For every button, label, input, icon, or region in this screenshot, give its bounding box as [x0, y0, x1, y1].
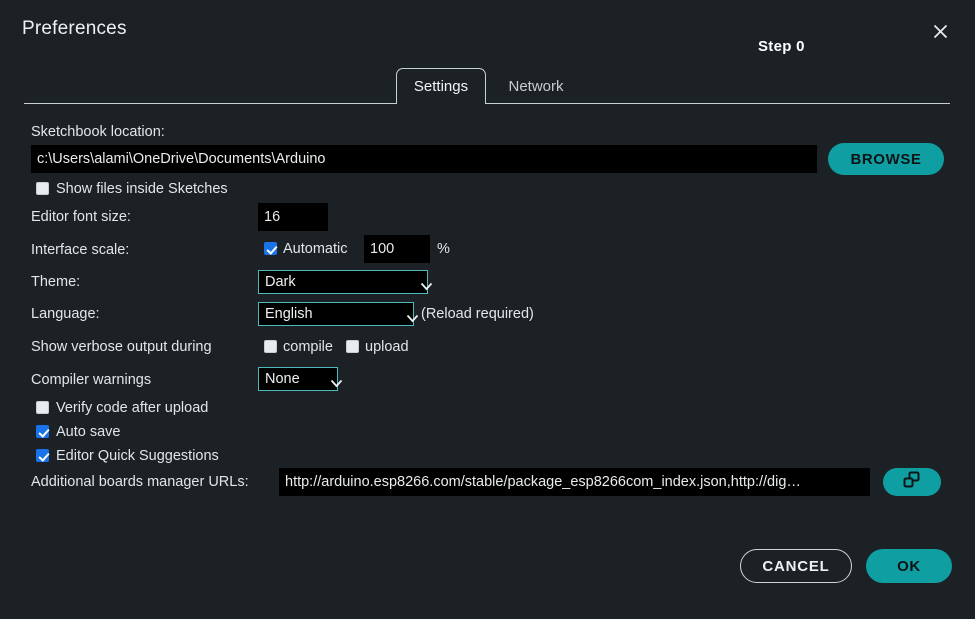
editor-font-size-input[interactable]: 16: [258, 203, 328, 231]
tab-network-label: Network: [508, 77, 564, 95]
ok-button-label: OK: [897, 557, 921, 575]
additional-urls-label: Additional boards manager URLs:: [31, 474, 249, 490]
interface-scale-automatic-checkbox[interactable]: [264, 242, 277, 255]
editor-quick-suggestions-checkbox[interactable]: [36, 449, 49, 462]
page-title: Preferences: [22, 18, 127, 39]
interface-scale-unit: %: [437, 241, 450, 257]
verbose-upload-checkbox[interactable]: [346, 340, 359, 353]
auto-save-checkbox[interactable]: [36, 425, 49, 438]
verify-code-after-upload-label: Verify code after upload: [56, 400, 209, 416]
tab-settings[interactable]: Settings: [396, 68, 486, 104]
verify-code-after-upload-checkbox[interactable]: [36, 401, 49, 414]
compiler-warnings-label: Compiler warnings: [31, 372, 152, 388]
tab-bar: Settings Network: [0, 68, 975, 104]
tab-underline: [24, 103, 950, 104]
step-indicator: Step 0: [758, 38, 805, 55]
language-label: Language:: [31, 306, 100, 322]
show-files-inside-sketches-label: Show files inside Sketches: [56, 181, 228, 197]
verbose-compile-checkbox[interactable]: [264, 340, 277, 353]
open-window-icon: [902, 471, 922, 494]
show-files-inside-sketches-checkbox[interactable]: [36, 182, 49, 195]
sketchbook-location-label: Sketchbook location:: [31, 124, 165, 140]
ok-button[interactable]: OK: [866, 549, 952, 583]
interface-scale-automatic-label: Automatic: [283, 241, 348, 257]
tab-underline-gap: [397, 102, 485, 105]
additional-urls-expand-button[interactable]: [883, 468, 941, 496]
dialog-titlebar: Preferences Step 0: [0, 0, 975, 62]
editor-quick-suggestions-label: Editor Quick Suggestions: [56, 448, 219, 464]
editor-font-size-label: Editor font size:: [31, 209, 131, 225]
verbose-output-label: Show verbose output during: [31, 339, 212, 355]
sketchbook-location-input[interactable]: c:\Users\alami\OneDrive\Documents\Arduin…: [31, 145, 817, 173]
preferences-dialog: Preferences Step 0 Settings Network Sket…: [0, 0, 975, 619]
language-reload-note: (Reload required): [421, 306, 534, 322]
close-icon: [931, 22, 950, 41]
theme-select[interactable]: Dark: [258, 270, 433, 294]
browse-button-label: BROWSE: [850, 150, 922, 168]
interface-scale-input[interactable]: 100: [364, 235, 430, 263]
language-select[interactable]: English: [258, 302, 419, 326]
cancel-button-label: CANCEL: [762, 557, 830, 575]
auto-save-label: Auto save: [56, 424, 121, 440]
tab-settings-label: Settings: [413, 78, 469, 95]
verbose-upload-label: upload: [365, 339, 409, 355]
additional-urls-input[interactable]: http://arduino.esp8266.com/stable/packag…: [279, 468, 870, 496]
verbose-compile-label: compile: [283, 339, 333, 355]
tab-network[interactable]: Network: [492, 68, 580, 104]
close-button[interactable]: [925, 16, 955, 46]
compiler-warnings-select-value: None: [265, 371, 300, 387]
compiler-warnings-select[interactable]: None: [258, 367, 343, 391]
theme-label: Theme:: [31, 274, 81, 290]
browse-button[interactable]: BROWSE: [828, 143, 944, 175]
cancel-button[interactable]: CANCEL: [740, 549, 852, 583]
interface-scale-label: Interface scale:: [31, 242, 130, 258]
theme-select-value: Dark: [265, 274, 296, 290]
language-select-value: English: [265, 306, 313, 322]
